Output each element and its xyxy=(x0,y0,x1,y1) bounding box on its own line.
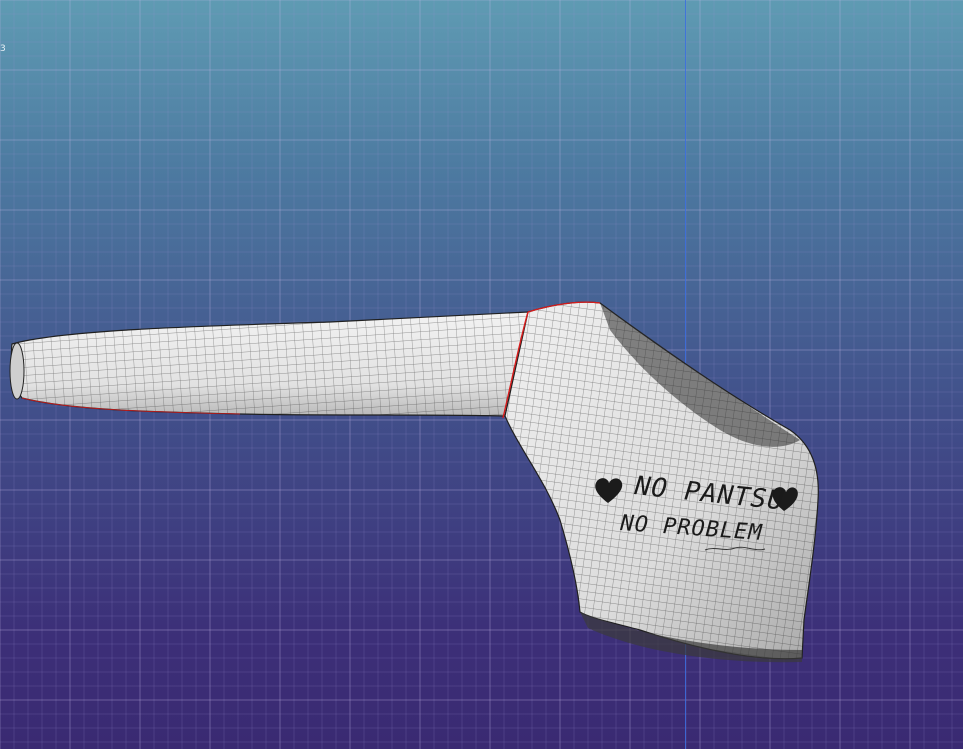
garment-mesh[interactable]: NO PANTSU NO PROBLEM xyxy=(0,0,963,749)
3d-viewport[interactable]: 3 NO PANTSU NO PROBLEM xyxy=(0,0,963,749)
sleeve[interactable] xyxy=(9,311,529,417)
